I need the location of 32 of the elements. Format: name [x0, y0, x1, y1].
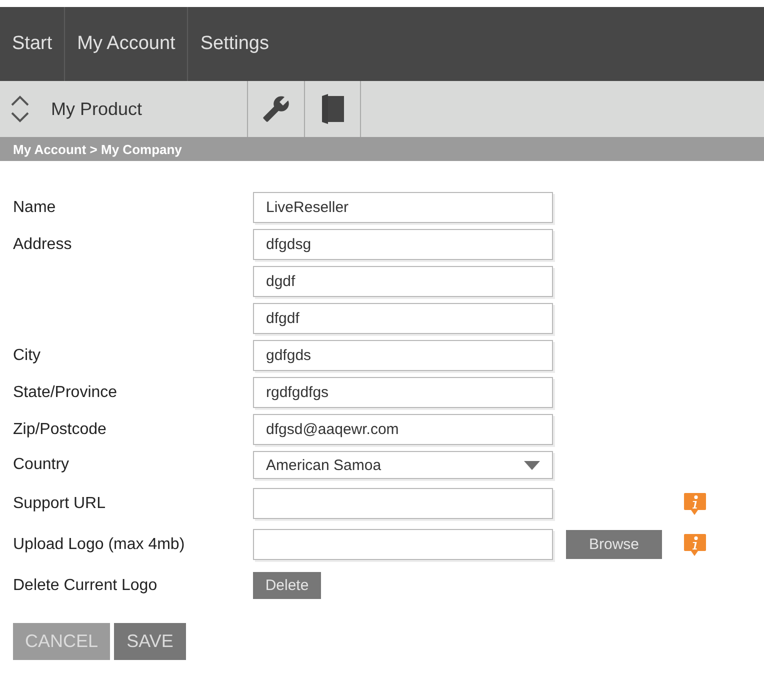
field-label: Upload Logo (max 4mb)	[13, 536, 185, 554]
file-path-field[interactable]	[253, 529, 553, 560]
caret-icon	[524, 460, 540, 470]
text-field[interactable]: dfgsd@aaqewr.com	[253, 414, 553, 445]
wrench-icon	[262, 95, 290, 123]
field-label: Delete Current Logo	[13, 576, 158, 594]
product-name: My Product	[51, 98, 142, 120]
text-field[interactable]	[253, 488, 553, 519]
text-field[interactable]: gdfgds	[253, 340, 553, 371]
text-field[interactable]: rgdfgdfgs	[253, 377, 553, 408]
text-field[interactable]: dfgdf	[253, 303, 553, 334]
text-field[interactable]: dfgdsg	[253, 229, 553, 260]
nav-link[interactable]: Settings	[188, 7, 281, 81]
field-label: State/Province	[13, 384, 118, 402]
country-dropdown[interactable]: American Samoa	[253, 451, 553, 479]
text-field[interactable]: LiveReseller	[253, 192, 553, 223]
field-label: Country	[13, 456, 70, 474]
field-label: Zip/Postcode	[13, 420, 106, 438]
field-label: City	[13, 346, 41, 364]
book-icon	[322, 94, 344, 124]
text-field[interactable]: dgdf	[253, 266, 553, 297]
breadcrumb: My Account > My Company	[13, 142, 182, 156]
product-switcher[interactable]: My Product	[0, 81, 247, 137]
browse-button[interactable]: Browse	[566, 530, 662, 559]
delete-button[interactable]: Delete	[253, 572, 321, 599]
field-label: Address	[13, 236, 72, 254]
book-button[interactable]	[304, 81, 361, 137]
info-icon[interactable]	[684, 534, 706, 556]
field-label: Name	[13, 198, 56, 216]
field-label: Support URL	[13, 494, 106, 512]
up-down-chevron-icon	[11, 95, 29, 123]
info-icon[interactable]	[684, 492, 706, 514]
